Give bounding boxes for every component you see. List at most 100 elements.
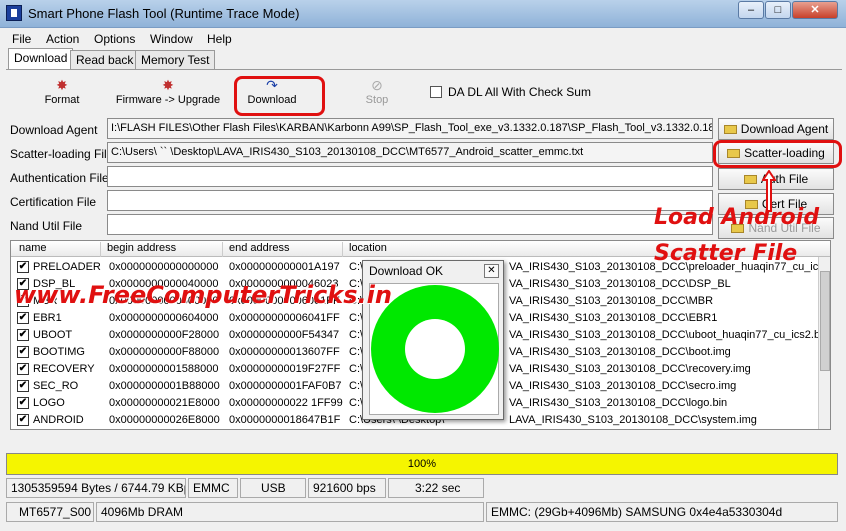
- cert-file-field[interactable]: [107, 190, 713, 211]
- dialog-title: Download OK: [363, 261, 503, 281]
- menu-help[interactable]: Help: [207, 32, 232, 46]
- scatter-file-label: Scatter-loading File: [10, 147, 114, 161]
- cell-end: 0x0000000001FAF0B7: [229, 380, 342, 392]
- cell-end: 0x00000000019F27FF: [229, 363, 341, 375]
- cell-begin: 0x0000000000000000: [109, 261, 219, 273]
- menu-action[interactable]: Action: [46, 32, 79, 46]
- cell-name: SEC_RO: [33, 380, 79, 392]
- tab-memory-test[interactable]: Memory Test: [135, 50, 216, 70]
- cell-tail: VA_IRIS430_S103_20130108_DCC\uboot_huaqi…: [509, 329, 819, 341]
- cell-tail: VA_IRIS430_S103_20130108_DCC\DSP_BL: [509, 278, 731, 290]
- table-scrollbar[interactable]: [818, 257, 830, 429]
- download-agent-field[interactable]: I:\FLASH FILES\Other Flash Files\KARBAN\…: [107, 118, 713, 139]
- stop-button[interactable]: ⊘ Stop: [350, 75, 404, 115]
- nand-util-label: Nand Util File: [10, 219, 83, 233]
- col-end-address[interactable]: end address: [229, 242, 343, 257]
- cell-tail: VA_IRIS430_S103_20130108_DCC\logo.bin: [509, 397, 728, 409]
- nand-util-field[interactable]: [107, 214, 713, 235]
- cell-name: LOGO: [33, 397, 65, 409]
- tab-read-back[interactable]: Read back: [70, 50, 140, 70]
- auth-file-field[interactable]: [107, 166, 713, 187]
- tab-download[interactable]: Download: [8, 48, 74, 70]
- row-checkbox[interactable]: ✔: [17, 329, 29, 341]
- title-bar: Smart Phone Flash Tool (Runtime Trace Mo…: [0, 0, 846, 28]
- scatter-highlight: [713, 140, 842, 168]
- status-bytes: 1305359594 Bytes / 6744.79 KBps: [6, 478, 186, 498]
- format-label: Format: [44, 94, 80, 106]
- download-agent-button[interactable]: Download Agent: [718, 118, 834, 140]
- download-agent-button-label: Download Agent: [740, 122, 829, 136]
- close-button[interactable]: ✕: [792, 1, 838, 19]
- cell-begin: 0x00000000021E8000: [109, 397, 220, 409]
- cell-end: 0x000000000001A197: [229, 261, 340, 273]
- stop-icon: ⊘: [371, 77, 383, 93]
- folder-icon: [723, 125, 737, 134]
- cell-end: 0x0000000018647B1F: [229, 414, 341, 426]
- folder-icon: [743, 175, 757, 184]
- cell-end: 0x00000000022 1FF99: [229, 397, 343, 409]
- format-button[interactable]: ✸ Format: [34, 75, 90, 115]
- upgrade-icon: ✸: [162, 77, 174, 93]
- row-checkbox[interactable]: ✔: [17, 363, 29, 375]
- annotation-line-2: Scatter File: [654, 241, 798, 266]
- status-chip: MT6577_S00: [6, 502, 94, 522]
- cell-begin: 0x0000000000F88000: [109, 346, 220, 358]
- cell-begin: 0x0000000001588000: [109, 363, 219, 375]
- checksum-checkbox[interactable]: [430, 86, 442, 98]
- cell-end: 0x00000000013607FF: [229, 346, 340, 358]
- cell-tail: VA_IRIS430_S103_20130108_DCC\boot.img: [509, 346, 731, 358]
- cert-file-label: Certification File: [10, 195, 97, 209]
- cell-name: ANDROID: [33, 414, 84, 426]
- download-agent-label: Download Agent: [10, 123, 98, 137]
- cell-end: 0x00000000006041FF: [229, 312, 340, 324]
- format-icon: ✸: [56, 77, 68, 93]
- status-connection: USB: [240, 478, 306, 498]
- maximize-button[interactable]: □: [765, 1, 791, 19]
- row-checkbox[interactable]: ✔: [17, 414, 29, 426]
- watermark-text: www.FreeComputerTricks.in: [14, 281, 392, 309]
- up-arrow-icon: [762, 170, 776, 212]
- cell-name: PRELOADER: [33, 261, 101, 273]
- row-checkbox[interactable]: ✔: [17, 380, 29, 392]
- status-baud: 921600 bps: [308, 478, 386, 498]
- scrollbar-thumb[interactable]: [820, 271, 830, 371]
- menu-bar: File Action Options Window Help: [0, 29, 846, 49]
- cell-begin: 0x00000000026E8000: [109, 414, 220, 426]
- cell-tail: VA_IRIS430_S103_20130108_DCC\recovery.im…: [509, 363, 751, 375]
- row-checkbox[interactable]: ✔: [17, 346, 29, 358]
- status-dram: 4096Mb DRAM: [96, 502, 484, 522]
- col-name[interactable]: name: [19, 242, 101, 257]
- cell-tail: VA_IRIS430_S103_20130108_DCC\MBR: [509, 295, 714, 307]
- annotation-line-1: Load Android: [654, 205, 820, 230]
- download-highlight: [234, 76, 325, 116]
- progress-bar: 100%: [6, 453, 838, 475]
- stop-label: Stop: [365, 94, 389, 106]
- app-icon: [6, 5, 22, 21]
- row-checkbox[interactable]: ✔: [17, 397, 29, 409]
- menu-window[interactable]: Window: [150, 32, 193, 46]
- cell-tail: VA_IRIS430_S103_20130108_DCC\secro.img: [509, 380, 737, 392]
- menu-options[interactable]: Options: [94, 32, 135, 46]
- status-time: 3:22 sec: [388, 478, 484, 498]
- status-storage: EMMC: [188, 478, 238, 498]
- cell-end: 0x0000000000F54347: [229, 329, 340, 341]
- cell-begin: 0x0000000000604000: [109, 312, 219, 324]
- auth-file-button[interactable]: Auth File: [718, 168, 834, 190]
- cell-name: EBR1: [33, 312, 62, 324]
- menu-file[interactable]: File: [12, 32, 31, 46]
- window-title: Smart Phone Flash Tool (Runtime Trace Mo…: [28, 6, 300, 21]
- minimize-button[interactable]: –: [738, 1, 764, 19]
- status-emmc: EMMC: (29Gb+4096Mb) SAMSUNG 0x4e4a533030…: [486, 502, 838, 522]
- firmware-upgrade-button[interactable]: ✸ Firmware -> Upgrade: [112, 75, 224, 115]
- scatter-file-field[interactable]: C:\Users\ `` \Desktop\LAVA_IRIS430_S103_…: [107, 142, 713, 163]
- cell-begin: 0x0000000000F28000: [109, 329, 220, 341]
- checksum-label: DA DL All With Check Sum: [448, 85, 591, 99]
- cell-name: UBOOT: [33, 329, 73, 341]
- row-checkbox[interactable]: ✔: [17, 261, 29, 273]
- firmware-upgrade-label: Firmware -> Upgrade: [115, 94, 221, 106]
- row-checkbox[interactable]: ✔: [17, 312, 29, 324]
- cell-begin: 0x0000000001B88000: [109, 380, 220, 392]
- cell-tail: LAVA_IRIS430_S103_20130108_DCC\system.im…: [509, 414, 757, 426]
- dialog-close-icon[interactable]: ✕: [484, 264, 499, 278]
- col-begin-address[interactable]: begin address: [107, 242, 223, 257]
